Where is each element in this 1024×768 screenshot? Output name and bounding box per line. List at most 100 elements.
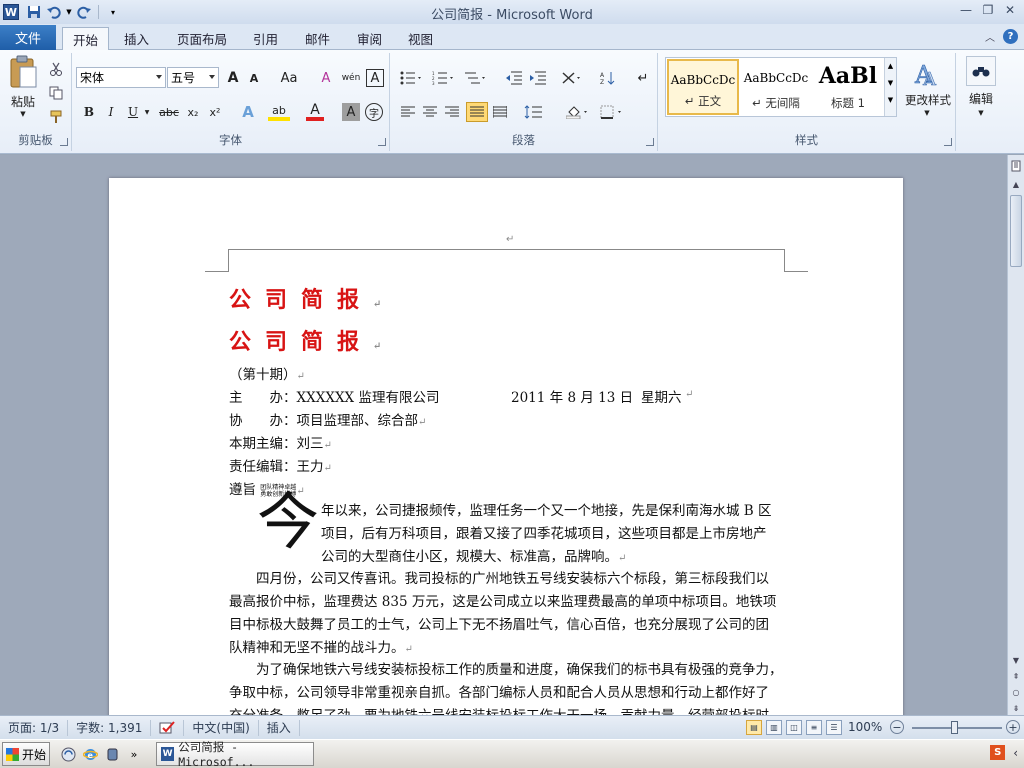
- restore-button[interactable]: ❐: [978, 2, 998, 18]
- language-indicator[interactable]: 中文(中国): [184, 719, 259, 736]
- zoom-level[interactable]: 100%: [848, 720, 882, 734]
- paragraph-launcher-icon[interactable]: [646, 138, 654, 146]
- font-color-button[interactable]: A: [306, 102, 324, 121]
- subscript-button[interactable]: x₂: [184, 103, 202, 121]
- gallery-scrollbar[interactable]: ▲ ▼ ▼: [884, 58, 896, 116]
- style-no-spacing[interactable]: AaBbCcDc ↵ 无间隔: [740, 59, 812, 115]
- line-spacing-icon[interactable]: [522, 103, 550, 121]
- zoom-slider-thumb[interactable]: [951, 721, 958, 734]
- paste-button[interactable]: 粘贴: [8, 93, 38, 109]
- change-styles-dropdown-icon[interactable]: ▼: [922, 108, 932, 118]
- change-styles-icon[interactable]: AA: [908, 58, 948, 88]
- tab-review[interactable]: 审阅: [347, 27, 392, 50]
- font-name-combo[interactable]: 宋体: [76, 67, 166, 88]
- phonetic-guide-button[interactable]: wén: [340, 69, 362, 87]
- style-heading-1[interactable]: AaBl 标题 1: [812, 59, 884, 115]
- align-left-icon[interactable]: [398, 103, 418, 121]
- redo-icon[interactable]: [75, 3, 93, 21]
- copy-icon[interactable]: [48, 85, 64, 101]
- change-case-button[interactable]: Aa: [277, 69, 301, 87]
- grow-font-button[interactable]: A: [224, 69, 242, 87]
- tab-mailings[interactable]: 邮件: [295, 27, 340, 50]
- distributed-icon[interactable]: [490, 103, 510, 121]
- insert-mode[interactable]: 插入: [259, 719, 300, 736]
- cut-icon[interactable]: [48, 61, 64, 77]
- character-shading-button[interactable]: A: [342, 103, 360, 121]
- document-page[interactable]: ↵ 公司简报↵ 公司简报↵ （第十期）↵ 主 办：XXXXXX 监理有限公司 2…: [109, 178, 903, 715]
- chinese-layout-icon[interactable]: [560, 69, 584, 87]
- start-button[interactable]: 开始: [2, 742, 50, 766]
- page-count[interactable]: 页面: 1/3: [0, 719, 69, 736]
- show-marks-icon[interactable]: ↵: [634, 69, 652, 87]
- zoom-in-icon[interactable]: +: [1006, 720, 1020, 734]
- save-icon[interactable]: [25, 3, 43, 21]
- minimize-button[interactable]: —: [956, 2, 976, 18]
- tab-view[interactable]: 视图: [398, 27, 443, 50]
- align-center-icon[interactable]: [420, 103, 440, 121]
- tab-page-layout[interactable]: 页面布局: [167, 27, 237, 50]
- internet-explorer-icon[interactable]: e: [82, 746, 98, 762]
- scroll-down-icon[interactable]: ▼: [1009, 653, 1023, 667]
- tab-file[interactable]: 文件: [0, 25, 56, 50]
- undo-icon[interactable]: [45, 3, 63, 21]
- enclose-characters-button[interactable]: 字: [365, 103, 383, 121]
- italic-button[interactable]: I: [102, 103, 120, 121]
- web-layout-view-icon[interactable]: ◫: [786, 720, 802, 735]
- clipboard-launcher-icon[interactable]: [60, 138, 68, 146]
- clear-formatting-button[interactable]: A: [316, 69, 336, 87]
- format-painter-icon[interactable]: [48, 109, 64, 125]
- taskbar-word-window[interactable]: W 公司简报 - Microsof...: [156, 740, 314, 768]
- ruler-toggle-icon[interactable]: [1009, 159, 1023, 173]
- taskbar-expand-icon[interactable]: »: [126, 746, 142, 762]
- justify-icon[interactable]: [466, 102, 488, 122]
- gallery-more-icon[interactable]: ▼: [885, 96, 896, 104]
- tab-references[interactable]: 引用: [243, 27, 288, 50]
- editing-button[interactable]: 编辑: [962, 90, 1000, 106]
- word-app-icon[interactable]: W: [3, 4, 19, 20]
- proofing-icon[interactable]: [151, 719, 185, 736]
- font-size-combo[interactable]: 五号: [167, 67, 219, 88]
- font-launcher-icon[interactable]: [378, 138, 386, 146]
- superscript-button[interactable]: x²: [206, 103, 224, 121]
- browse-object-icon[interactable]: ○: [1009, 685, 1023, 699]
- find-binoculars-icon[interactable]: [966, 56, 996, 86]
- scroll-thumb[interactable]: [1010, 195, 1022, 267]
- tray-app-icon[interactable]: S: [990, 745, 1006, 760]
- gallery-up-icon[interactable]: ▲: [885, 62, 896, 70]
- increase-indent-icon[interactable]: [528, 69, 548, 87]
- scroll-up-icon[interactable]: ▲: [1009, 177, 1023, 191]
- numbering-icon[interactable]: 123: [430, 69, 456, 87]
- style-normal[interactable]: AaBbCcDc ↵ 正文: [667, 59, 739, 115]
- tray-arrow-icon[interactable]: ‹: [1013, 746, 1018, 760]
- media-player-icon[interactable]: [104, 746, 120, 762]
- word-count[interactable]: 字数: 1,391: [68, 719, 152, 736]
- underline-button[interactable]: U: [124, 103, 142, 121]
- text-effects-button[interactable]: A: [238, 103, 258, 121]
- align-right-icon[interactable]: [442, 103, 462, 121]
- outline-view-icon[interactable]: ≡: [806, 720, 822, 735]
- browser-icon[interactable]: [60, 746, 76, 762]
- editing-dropdown-icon[interactable]: ▼: [976, 108, 986, 118]
- bullets-icon[interactable]: [398, 69, 424, 87]
- styles-launcher-icon[interactable]: [944, 138, 952, 146]
- bold-button[interactable]: B: [80, 103, 98, 121]
- draft-view-icon[interactable]: ☰: [826, 720, 842, 735]
- close-button[interactable]: ✕: [1000, 2, 1020, 18]
- zoom-out-icon[interactable]: −: [890, 720, 904, 734]
- shrink-font-button[interactable]: A: [245, 69, 263, 87]
- next-page-icon[interactable]: ⇟: [1009, 701, 1023, 715]
- previous-page-icon[interactable]: ⇞: [1009, 669, 1023, 683]
- gallery-down-icon[interactable]: ▼: [885, 79, 896, 87]
- tab-home[interactable]: 开始: [62, 27, 110, 51]
- borders-icon[interactable]: [598, 103, 626, 121]
- multilevel-list-icon[interactable]: [462, 69, 488, 87]
- minimize-ribbon-icon[interactable]: ︿: [985, 29, 995, 44]
- customize-qat-icon[interactable]: ▾: [104, 3, 122, 21]
- print-layout-view-icon[interactable]: ▤: [746, 720, 762, 735]
- paste-dropdown-icon[interactable]: ▼: [18, 109, 28, 119]
- change-styles-button[interactable]: 更改样式: [900, 92, 956, 108]
- sort-icon[interactable]: AZ: [598, 69, 618, 87]
- full-screen-view-icon[interactable]: ▥: [766, 720, 782, 735]
- paste-icon[interactable]: [6, 55, 40, 89]
- undo-dropdown-icon[interactable]: ▼: [65, 3, 73, 21]
